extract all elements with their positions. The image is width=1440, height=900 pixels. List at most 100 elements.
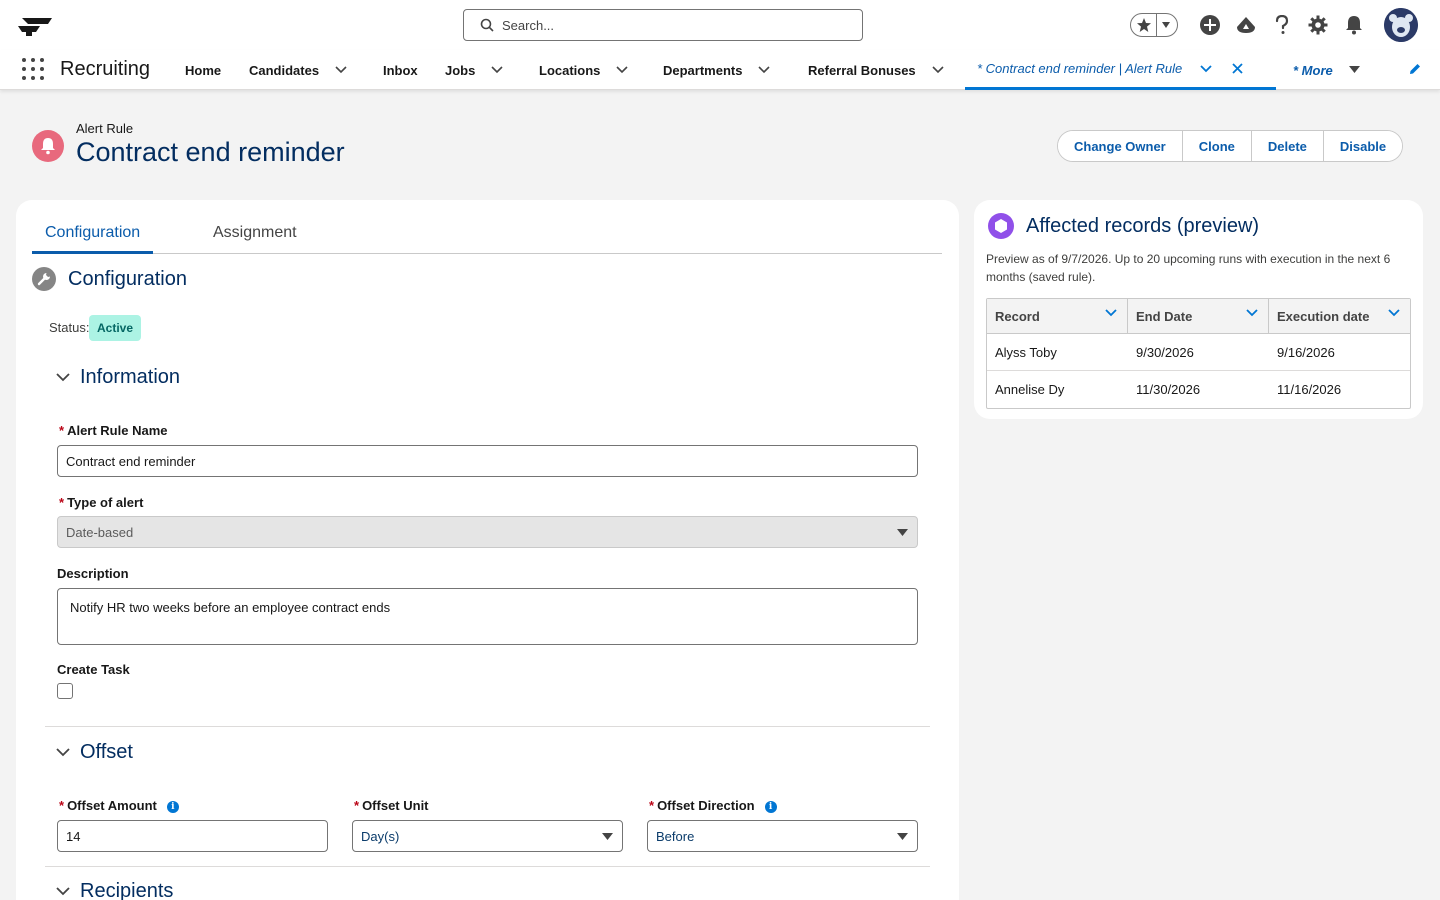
nav-item-label: Locations bbox=[539, 62, 601, 78]
nav-item-candidates[interactable]: Candidates bbox=[249, 50, 347, 90]
global-add-button[interactable] bbox=[1192, 8, 1228, 42]
description-textarea[interactable]: Notify HR two weeks before an employee c… bbox=[57, 588, 918, 645]
affected-records-title: Affected records (preview) bbox=[1026, 214, 1260, 237]
type-of-alert-select[interactable]: Date-based bbox=[57, 516, 918, 548]
notifications-button[interactable] bbox=[1336, 8, 1372, 42]
column-header-record[interactable]: Record bbox=[987, 299, 1128, 334]
user-avatar[interactable] bbox=[1384, 8, 1418, 42]
avatar-icon bbox=[1384, 8, 1418, 42]
disable-button[interactable]: Disable bbox=[1322, 131, 1403, 161]
chevron-down-icon bbox=[56, 748, 70, 757]
table-cell: 11/30/2026 bbox=[1136, 382, 1201, 397]
offset-unit-select[interactable]: Day(s) bbox=[352, 820, 623, 852]
chevron-down-icon[interactable] bbox=[616, 66, 628, 74]
app-navigation-bar: Recruiting Home Candidates Inbox Jobs Lo… bbox=[0, 50, 1440, 90]
info-icon[interactable]: i bbox=[166, 801, 179, 813]
alert-rule-icon bbox=[32, 130, 64, 162]
record-action-buttons: Change Owner Clone Delete Disable bbox=[1057, 130, 1404, 162]
search-icon bbox=[480, 18, 494, 32]
preview-description: Preview as of 9/7/2026. Up to 20 upcomin… bbox=[986, 252, 1391, 284]
bell-icon bbox=[41, 138, 55, 155]
delete-button[interactable]: Delete bbox=[1250, 131, 1323, 161]
offset-direction-label: * Offset Direction i bbox=[649, 798, 777, 813]
chevron-down-icon[interactable] bbox=[758, 66, 771, 74]
nav-item-departments[interactable]: Departments bbox=[663, 50, 771, 90]
table-cell: 9/16/2026 bbox=[1277, 345, 1335, 360]
description-label: Description bbox=[57, 566, 129, 581]
nav-more-menu[interactable]: * More bbox=[1293, 50, 1360, 90]
nav-more-label: * More bbox=[1293, 62, 1333, 78]
offset-section-toggle[interactable]: Offset bbox=[56, 741, 133, 764]
wrench-icon bbox=[32, 267, 56, 291]
alert-rule-name-input[interactable]: Contract end reminder bbox=[57, 445, 918, 477]
offset-direction-select[interactable]: Before bbox=[647, 820, 918, 852]
affected-records-header: Affected records (preview) bbox=[988, 213, 1259, 239]
offset-amount-input[interactable]: 14 bbox=[57, 820, 328, 852]
nav-tab-contract-end-reminder[interactable]: * Contract end reminder | Alert Rule bbox=[965, 50, 1276, 90]
record-tabs: Configuration Assignment bbox=[32, 218, 942, 254]
chevron-down-icon[interactable] bbox=[1161, 21, 1171, 29]
chevron-down-icon bbox=[56, 373, 70, 382]
global-header: Search... bbox=[0, 0, 1440, 50]
affected-records-card: Affected records (preview) Preview as of… bbox=[974, 200, 1423, 419]
recipients-section-toggle[interactable]: Recipients bbox=[56, 880, 173, 900]
chevron-down-icon[interactable] bbox=[1200, 64, 1212, 73]
section-divider bbox=[45, 726, 930, 727]
chevron-down-icon[interactable] bbox=[1388, 309, 1400, 317]
app-launcher-icon[interactable] bbox=[22, 58, 44, 80]
chevron-down-icon[interactable] bbox=[1105, 309, 1117, 317]
trailhead-button[interactable] bbox=[1228, 8, 1264, 42]
clone-button[interactable]: Clone bbox=[1181, 131, 1251, 161]
page-title: Contract end reminder bbox=[76, 137, 345, 167]
hexagon-icon bbox=[988, 213, 1014, 239]
nav-item-label: Home bbox=[185, 62, 222, 78]
chevron-down-icon[interactable] bbox=[1246, 309, 1258, 317]
table-cell: Alyss Toby bbox=[995, 345, 1057, 360]
search-placeholder: Search... bbox=[502, 17, 555, 33]
table-header-row: Record End Date Execution date bbox=[987, 299, 1410, 334]
section-divider bbox=[45, 866, 930, 867]
table-cell: 11/16/2026 bbox=[1277, 382, 1342, 397]
close-icon[interactable] bbox=[1232, 63, 1243, 74]
create-task-checkbox[interactable] bbox=[57, 683, 73, 699]
header-utility-icons bbox=[1130, 8, 1418, 42]
favorites-button[interactable] bbox=[1130, 13, 1178, 37]
info-icon[interactable]: i bbox=[764, 801, 777, 813]
edit-nav-pencil-icon[interactable] bbox=[1408, 62, 1422, 76]
nav-tab-label: * Contract end reminder | Alert Rule bbox=[977, 61, 1183, 76]
app-name: Recruiting bbox=[60, 58, 151, 80]
offset-amount-label: * Offset Amount i bbox=[59, 798, 179, 813]
change-owner-button[interactable]: Change Owner bbox=[1058, 131, 1182, 161]
record-type-label: Alert Rule bbox=[76, 121, 134, 136]
trailhead-icon bbox=[1237, 17, 1255, 33]
global-search-input[interactable]: Search... bbox=[463, 9, 863, 41]
chevron-down-icon[interactable] bbox=[932, 66, 944, 74]
plus-circle-icon bbox=[1200, 15, 1220, 35]
caret-down-icon bbox=[897, 833, 908, 840]
chevron-down-icon[interactable] bbox=[335, 66, 347, 74]
setup-button[interactable] bbox=[1300, 8, 1336, 42]
nav-item-referral-bonuses[interactable]: Referral Bonuses bbox=[808, 50, 944, 90]
nav-item-locations[interactable]: Locations bbox=[539, 50, 628, 90]
column-header-end-date[interactable]: End Date bbox=[1128, 299, 1269, 334]
tab-configuration[interactable]: Configuration bbox=[32, 218, 154, 254]
tab-assignment[interactable]: Assignment bbox=[200, 218, 310, 254]
nav-item-jobs[interactable]: Jobs bbox=[445, 50, 503, 90]
caret-down-icon bbox=[897, 529, 908, 536]
nav-item-inbox[interactable]: Inbox bbox=[383, 50, 418, 90]
table-row: Alyss Toby 9/30/2026 9/16/2026 bbox=[987, 334, 1410, 371]
chevron-down-icon bbox=[56, 887, 70, 896]
status-label: Status: bbox=[49, 320, 90, 335]
app-logo-icon[interactable] bbox=[18, 14, 54, 36]
nav-item-home[interactable]: Home bbox=[185, 50, 221, 90]
gear-icon bbox=[1308, 15, 1328, 35]
question-icon bbox=[1275, 15, 1289, 34]
type-of-alert-label: * Type of alert bbox=[59, 495, 144, 510]
favorites-divider bbox=[1156, 14, 1157, 36]
record-detail-card: Configuration Assignment Configuration S… bbox=[16, 200, 959, 900]
information-section-toggle[interactable]: Information bbox=[56, 366, 180, 389]
chevron-down-icon[interactable] bbox=[491, 66, 503, 74]
column-header-execution-date[interactable]: Execution date bbox=[1269, 299, 1410, 334]
help-button[interactable] bbox=[1264, 8, 1300, 42]
status-badge: Active bbox=[89, 315, 142, 341]
